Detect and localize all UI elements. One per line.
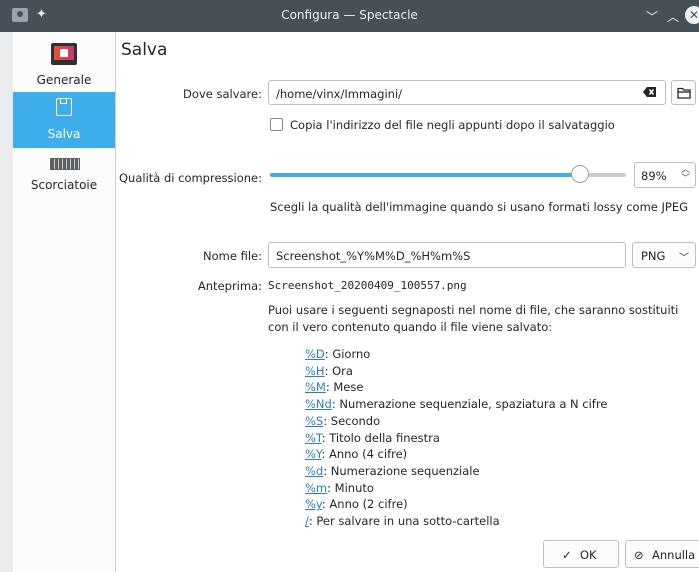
chevron-down-icon: ﹀ <box>679 253 689 264</box>
placeholder-item: %y: Anno (2 cifre) <box>305 496 607 513</box>
copy-path-label[interactable]: Copia l'indirizzo del file negli appunti… <box>290 118 615 132</box>
placeholder-item: %D: Giorno <box>305 346 607 363</box>
sidebar-item-label: Generale <box>36 73 92 87</box>
page-title: Salva <box>121 40 168 60</box>
quality-slider-fill <box>270 173 580 177</box>
quality-value: 89% <box>641 169 667 183</box>
placeholder-code-link[interactable]: %Nd <box>305 397 332 411</box>
placeholder-item: %S: Secondo <box>305 413 607 430</box>
window-title: Configura — Spectacle <box>281 8 418 22</box>
copy-path-checkbox[interactable] <box>270 118 283 131</box>
placeholder-code-link[interactable]: %Y <box>305 447 321 461</box>
placeholder-description: : Secondo <box>323 413 381 428</box>
placeholders-list: %D: Giorno %H: Ora %M: Mese %Nd: Numerazion… <box>305 346 607 530</box>
placeholder-code-link[interactable]: %H <box>305 364 325 378</box>
cancel-icon: ⊘ <box>634 548 644 562</box>
sidebar-item-general[interactable]: Generale <box>13 36 115 92</box>
placeholder-code-link[interactable]: %M <box>305 380 326 394</box>
placeholders-help-text: Puoi usare i seguenti segnaposti nel nom… <box>268 303 679 334</box>
minimize-icon[interactable]: ﹀ <box>646 8 658 25</box>
sidebar-item-save[interactable]: Salva <box>13 92 115 148</box>
sidebar-item-label: Salva <box>47 127 81 141</box>
placeholder-code-link[interactable]: %d <box>305 464 323 478</box>
cancel-button-label: Annulla <box>652 548 696 562</box>
sidebar: Generale Salva Scorciatoie <box>13 32 116 572</box>
display-icon <box>51 43 77 65</box>
placeholder-item: %T: Titolo della finestra <box>305 430 607 447</box>
folder-icon <box>677 87 691 102</box>
keyboard-icon <box>50 158 80 170</box>
preview-label: Anteprima: <box>197 279 262 293</box>
filename-input[interactable]: Screenshot_%Y%M%D_%H%m%S <box>268 242 626 268</box>
placeholder-description: : Minuto <box>327 480 374 495</box>
quality-label: Qualità di compressione: <box>118 171 262 185</box>
placeholder-item: %d: Numerazione sequenziale <box>305 463 607 480</box>
placeholder-code-link[interactable]: %y <box>305 497 322 511</box>
placeholder-description: : Ora <box>324 363 353 378</box>
sidebar-item-shortcuts[interactable]: Scorciatoie <box>13 148 115 204</box>
placeholder-code-link[interactable]: %m <box>305 481 327 495</box>
window-edge <box>0 32 13 572</box>
placeholder-description: : Anno (2 cifre) <box>321 497 408 512</box>
close-icon[interactable]: ✕ <box>685 6 699 24</box>
placeholder-code-link[interactable]: %D <box>305 347 325 361</box>
format-select[interactable]: PNG ﹀ <box>632 242 696 268</box>
ok-button[interactable]: ✓ OK <box>543 540 619 568</box>
placeholder-item: %Y: Anno (4 cifre) <box>305 446 607 463</box>
title-bar: ✦ Configura — Spectacle ﹀ ︿ ✕ <box>0 0 699 32</box>
placeholder-item: %Nd: Numerazione sequenziale, spaziatura… <box>305 396 607 413</box>
save-location-label: Dove salvare: <box>183 87 262 101</box>
placeholder-description: : Numerazione sequenziale, spaziatura a … <box>331 397 608 412</box>
cancel-button[interactable]: ⊘ Annulla <box>625 540 699 568</box>
check-icon: ✓ <box>562 548 572 562</box>
placeholder-code-link[interactable]: %S <box>305 414 323 428</box>
browse-folder-button[interactable] <box>671 80 696 105</box>
placeholder-item: %M: Mese <box>305 379 607 396</box>
stepper-icon[interactable]: ︿ ﹀ <box>681 166 690 184</box>
placeholder-item: %m: Minuto <box>305 480 607 497</box>
quality-spinbox[interactable]: 89% ︿ ﹀ <box>634 162 696 188</box>
placeholder-description: : Mese <box>325 380 364 395</box>
ok-button-label: OK <box>580 548 597 562</box>
sidebar-item-label: Scorciatoie <box>30 178 98 192</box>
placeholder-code-link[interactable]: %T <box>305 431 322 445</box>
placeholder-description: : Titolo della finestra <box>321 430 440 445</box>
maximize-icon[interactable]: ︿ <box>667 8 679 25</box>
filename-value: Screenshot_%Y%M%D_%H%m%S <box>276 249 471 263</box>
save-location-value: /home/vinx/Immagini/ <box>276 87 403 101</box>
clear-icon[interactable] <box>643 86 657 98</box>
save-icon <box>56 98 72 116</box>
placeholder-item: %H: Ora <box>305 363 607 380</box>
placeholder-description: : Giorno <box>324 347 371 361</box>
placeholder-item: /: Per salvare in una sotto-cartella <box>305 513 607 530</box>
save-location-input[interactable]: /home/vinx/Immagini/ <box>268 80 666 105</box>
format-value: PNG <box>641 249 666 263</box>
quality-slider-handle[interactable] <box>571 165 589 183</box>
placeholder-description: : Per salvare in una sotto-cartella <box>308 514 500 529</box>
placeholder-description: : Numerazione sequenziale <box>323 463 480 478</box>
preview-value: Screenshot_20200409_100557.png <box>268 279 467 292</box>
quality-hint: Scegli la qualità dell'immagine quando s… <box>270 200 689 214</box>
placeholder-description: : Anno (4 cifre) <box>321 447 408 462</box>
filename-label: Nome file: <box>203 249 262 263</box>
